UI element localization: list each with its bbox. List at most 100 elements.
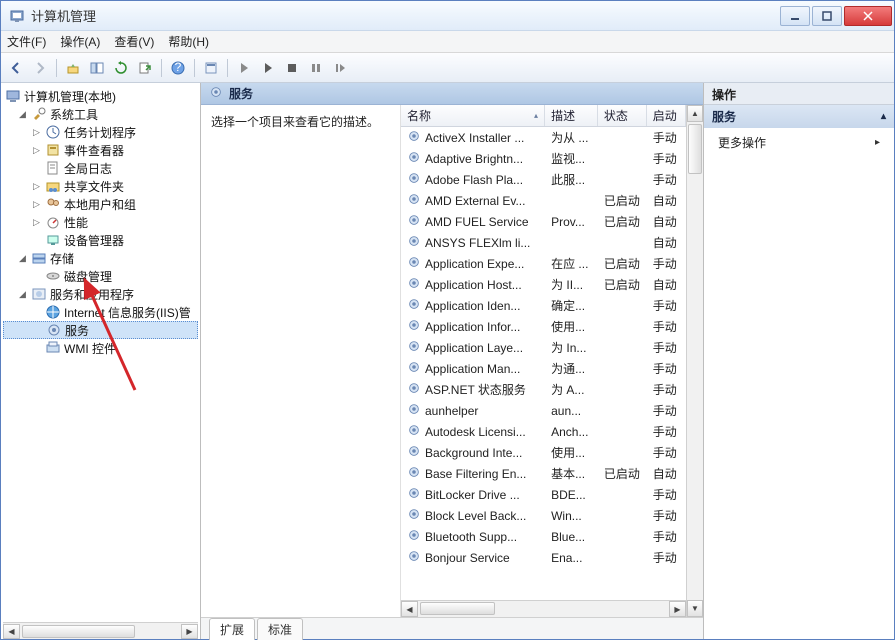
stop-button[interactable] [281, 57, 303, 79]
service-desc [545, 241, 598, 245]
collapse-icon[interactable]: ◢ [17, 253, 28, 264]
tree-event-viewer[interactable]: ▷事件查看器 [3, 141, 198, 159]
expand-icon[interactable]: ▷ [31, 199, 42, 210]
service-startup: 手动 [647, 421, 686, 442]
service-name: Block Level Back... [425, 509, 526, 523]
collapse-icon[interactable]: ◢ [17, 289, 28, 300]
service-row[interactable]: aunhelperaun...手动 [401, 400, 686, 421]
service-name: AMD External Ev... [425, 194, 525, 208]
service-row[interactable]: Adobe Flash Pla...此服...手动 [401, 169, 686, 190]
service-row[interactable]: ActiveX Installer ...为从 ...手动 [401, 127, 686, 148]
start-service-button[interactable] [233, 57, 255, 79]
tree-iis[interactable]: ▷Internet 信息服务(IIS)管 [3, 303, 198, 321]
service-status: 已启动 [598, 253, 647, 274]
service-row[interactable]: Block Level Back...Win...手动 [401, 505, 686, 526]
tree-device-manager[interactable]: ▷设备管理器 [3, 231, 198, 249]
tree-local-users[interactable]: ▷本地用户和组 [3, 195, 198, 213]
service-name: aunhelper [425, 404, 478, 418]
action-more[interactable]: 更多操作 ▸ [704, 128, 894, 157]
collapse-icon[interactable]: ◢ [17, 109, 28, 120]
service-row[interactable]: Bonjour ServiceEna...手动 [401, 547, 686, 568]
service-name: Application Iden... [425, 299, 520, 313]
tree-system-tools[interactable]: ◢ 系统工具 [3, 105, 198, 123]
gear-icon [407, 297, 421, 314]
service-row[interactable]: Application Iden...确定...手动 [401, 295, 686, 316]
menu-file[interactable]: 文件(F) [7, 33, 46, 50]
expand-icon[interactable]: ▷ [31, 217, 42, 228]
service-status [598, 430, 647, 434]
service-status [598, 241, 647, 245]
service-row[interactable]: Application Expe...在应 ...已启动手动 [401, 253, 686, 274]
tree-performance[interactable]: ▷性能 [3, 213, 198, 231]
service-row[interactable]: Autodesk Licensi...Anch...手动 [401, 421, 686, 442]
tab-standard[interactable]: 标准 [257, 618, 303, 640]
minimize-button[interactable] [780, 6, 810, 26]
service-row[interactable]: ASP.NET 状态服务为 A...手动 [401, 379, 686, 400]
menu-action[interactable]: 操作(A) [60, 33, 100, 50]
menu-view[interactable]: 查看(V) [114, 33, 154, 50]
service-name: Adaptive Brightn... [425, 152, 523, 166]
tree-root[interactable]: 计算机管理(本地) [3, 87, 198, 105]
service-row[interactable]: BitLocker Drive ...BDE...手动 [401, 484, 686, 505]
service-desc: BDE... [545, 486, 598, 504]
service-row[interactable]: Adaptive Brightn...监视...手动 [401, 148, 686, 169]
refresh-button[interactable] [110, 57, 132, 79]
service-row[interactable]: AMD External Ev...已启动自动 [401, 190, 686, 211]
tab-extended[interactable]: 扩展 [209, 618, 255, 640]
service-row[interactable]: Application Host...为 II...已启动自动 [401, 274, 686, 295]
pause-button[interactable] [305, 57, 327, 79]
gear-icon [407, 402, 421, 419]
col-status[interactable]: 状态 [598, 105, 647, 126]
service-name: Autodesk Licensi... [425, 425, 526, 439]
close-button[interactable] [844, 6, 892, 26]
col-desc[interactable]: 描述 [545, 105, 598, 126]
service-row[interactable]: AMD FUEL ServiceProv...已启动自动 [401, 211, 686, 232]
tree-shared-folders[interactable]: ▷共享文件夹 [3, 177, 198, 195]
menu-help[interactable]: 帮助(H) [168, 33, 209, 50]
service-row[interactable]: Application Infor...使用...手动 [401, 316, 686, 337]
tree-task-scheduler[interactable]: ▷任务计划程序 [3, 123, 198, 141]
tree-global-log[interactable]: ▷全局日志 [3, 159, 198, 177]
service-row[interactable]: Application Laye...为 In...手动 [401, 337, 686, 358]
col-startup[interactable]: 启动 [647, 105, 686, 126]
service-row[interactable]: Background Inte...使用...手动 [401, 442, 686, 463]
forward-button[interactable] [29, 57, 51, 79]
restart-button[interactable] [329, 57, 351, 79]
tree-services[interactable]: ▷服务 [3, 321, 198, 339]
service-status [598, 367, 647, 371]
gear-icon [407, 528, 421, 545]
list-vscrollbar[interactable]: ▲▼ [686, 105, 703, 617]
service-status [598, 556, 647, 560]
export-button[interactable] [134, 57, 156, 79]
service-desc: 为 II... [545, 274, 598, 295]
help-button[interactable]: ? [167, 57, 189, 79]
gear-icon [407, 276, 421, 293]
expand-icon[interactable]: ▷ [31, 145, 42, 156]
service-row[interactable]: ANSYS FLEXlm li...自动 [401, 232, 686, 253]
titlebar: 计算机管理 [1, 1, 894, 31]
tree-wmi[interactable]: ▷WMI 控件 [3, 339, 198, 357]
service-row[interactable]: Bluetooth Supp...Blue...手动 [401, 526, 686, 547]
show-hide-tree-button[interactable] [86, 57, 108, 79]
expand-icon[interactable]: ▷ [31, 127, 42, 138]
log-icon [45, 160, 61, 176]
action-section[interactable]: 服务 ▴ [704, 105, 894, 128]
maximize-button[interactable] [812, 6, 842, 26]
tree-root-label: 计算机管理(本地) [24, 88, 116, 105]
body: 计算机管理(本地) ◢ 系统工具 ▷任务计划程序 [1, 83, 894, 639]
service-row[interactable]: Base Filtering En...基本...已启动自动 [401, 463, 686, 484]
tree-services-apps[interactable]: ◢ 服务和应用程序 [3, 285, 198, 303]
service-name: Background Inte... [425, 446, 522, 460]
expand-icon[interactable]: ▷ [31, 181, 42, 192]
properties-button[interactable] [200, 57, 222, 79]
play-button[interactable] [257, 57, 279, 79]
tree-storage[interactable]: ◢ 存储 [3, 249, 198, 267]
col-name[interactable]: 名称 [401, 105, 545, 126]
tree-disk-mgmt[interactable]: ▷磁盘管理 [3, 267, 198, 285]
service-desc: 为 A... [545, 379, 598, 400]
service-row[interactable]: Application Man...为通...手动 [401, 358, 686, 379]
back-button[interactable] [5, 57, 27, 79]
tree-hscrollbar[interactable]: ◀▶ [3, 622, 198, 639]
up-button[interactable] [62, 57, 84, 79]
list-hscrollbar[interactable]: ◀▶ [401, 600, 686, 617]
